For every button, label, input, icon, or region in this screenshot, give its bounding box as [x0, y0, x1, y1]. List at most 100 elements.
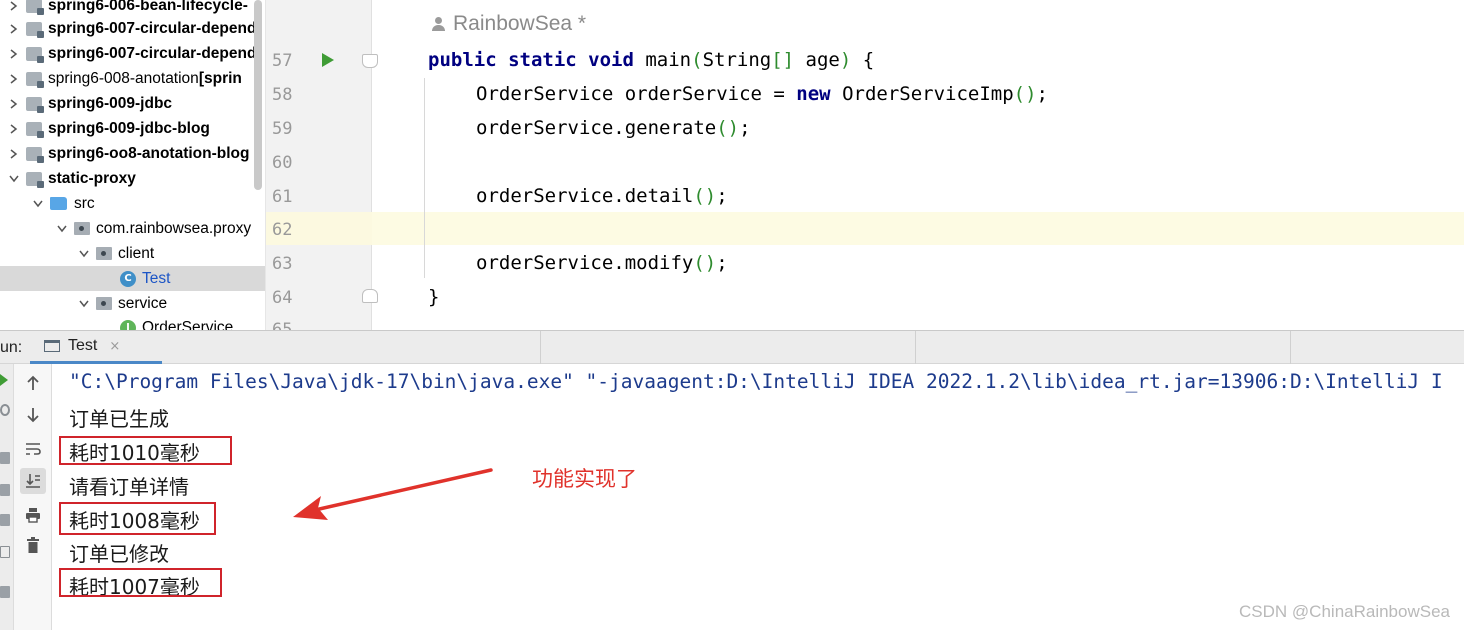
chevron-down-icon[interactable] [78, 300, 90, 308]
package-icon [96, 247, 112, 260]
module-icon [26, 171, 44, 188]
tree-item-folder[interactable]: src [0, 191, 265, 216]
chevron-right-icon[interactable] [8, 0, 20, 11]
console-line: 订单已修改 [69, 542, 169, 566]
code-token: () [716, 117, 740, 139]
class-icon: C [120, 270, 136, 287]
soft-wrap-icon[interactable] [20, 436, 46, 462]
layout-icon[interactable] [0, 546, 10, 558]
highlight-box [59, 568, 222, 597]
code-line-61[interactable]: orderService.detail(); [476, 185, 728, 207]
trash-icon[interactable] [20, 532, 46, 558]
project-tree: spring6-006-bean-lifecycle- spring6-007-… [0, 0, 266, 330]
pin-icon[interactable] [0, 586, 10, 598]
fold-end-icon[interactable] [362, 289, 378, 303]
tab-label: Test [68, 337, 98, 354]
tree-item-suffix: [sprin [198, 69, 242, 87]
print-icon[interactable] [20, 502, 46, 528]
stop-icon[interactable] [0, 452, 10, 464]
console-line-command: "C:\Program Files\Java\jdk-17\bin\java.e… [69, 370, 1443, 393]
console-output[interactable]: "C:\Program Files\Java\jdk-17\bin\java.e… [52, 364, 1464, 630]
line-number: 61 [272, 187, 293, 207]
tree-item-label: Test [142, 269, 171, 287]
scroll-to-end-icon[interactable] [20, 468, 46, 494]
console-tab-icon [44, 340, 60, 352]
code-token: [] [771, 49, 795, 71]
header-divider [915, 331, 916, 365]
line-number: 64 [272, 288, 293, 308]
code-token: ( [691, 49, 703, 71]
module-icon [26, 46, 44, 63]
close-icon[interactable]: × [109, 339, 120, 354]
tree-item-module[interactable]: spring6-007-circular-depend [0, 16, 265, 41]
code-line-58[interactable]: OrderService orderService = new OrderSer… [476, 83, 1048, 105]
rerun-icon[interactable] [0, 374, 8, 386]
tree-item-module[interactable]: spring6-007-circular-depend [0, 41, 265, 66]
settings-icon[interactable] [0, 404, 10, 416]
interface-icon: I [120, 319, 136, 330]
chevron-right-icon[interactable] [8, 73, 20, 84]
code-line-63[interactable]: orderService.modify(); [476, 252, 728, 274]
restore-layout-icon[interactable] [0, 484, 10, 496]
tree-item-class-selected[interactable]: C Test [0, 266, 265, 291]
tree-item-module[interactable]: spring6-oo8-anotation-blog [0, 141, 265, 166]
code-token: ; [716, 185, 728, 207]
tree-item-module[interactable]: spring6-009-jdbc [0, 91, 265, 116]
chevron-right-icon[interactable] [8, 23, 20, 34]
chevron-down-icon[interactable] [32, 200, 44, 208]
chevron-right-icon[interactable] [8, 148, 20, 159]
chevron-right-icon[interactable] [8, 98, 20, 109]
run-label: un: [0, 339, 23, 356]
code-line-57[interactable]: public static void main(String[] age) { [428, 49, 874, 71]
tree-item-interface[interactable]: I OrderService [0, 315, 265, 330]
code-token: () [693, 185, 717, 207]
tab-test[interactable]: Test × [30, 331, 162, 364]
annotation-text: 功能实现了 [532, 467, 637, 491]
line-number: 58 [272, 85, 293, 105]
chevron-right-icon[interactable] [8, 123, 20, 134]
tree-item-module[interactable]: spring6-008-anotation [sprin [0, 66, 265, 91]
code-token: () [1013, 83, 1037, 105]
code-token: orderService.detail [476, 185, 694, 207]
tree-item-package[interactable]: client [0, 241, 265, 266]
code-line-59[interactable]: orderService.generate(); [476, 117, 751, 139]
author-name: RainbowSea * [453, 12, 587, 35]
console-line: 请看订单详情 [69, 475, 189, 499]
annotation-arrow-icon [293, 468, 493, 520]
chevron-down-icon[interactable] [78, 250, 90, 258]
watermark: CSDN @ChinaRainbowSea [1239, 602, 1450, 621]
tree-item-label: service [118, 294, 168, 312]
code-token: String [702, 49, 772, 71]
tree-item-module[interactable]: spring6-009-jdbc-blog [0, 116, 265, 141]
tree-item-label: spring6-009-jdbc [48, 94, 173, 112]
code-token: OrderService orderService = [476, 83, 797, 105]
highlight-box [59, 436, 232, 465]
module-icon [26, 21, 44, 38]
tree-item-label: static-proxy [48, 169, 136, 187]
tree-item-label: client [118, 244, 155, 262]
code-token: } [428, 286, 440, 308]
line-number: 60 [272, 153, 293, 173]
line-number: 63 [272, 254, 293, 274]
line-number: 57 [272, 51, 293, 71]
chevron-right-icon[interactable] [8, 48, 20, 59]
source-folder-icon [50, 197, 67, 210]
run-side-toolbar [14, 364, 52, 630]
tree-scrollbar[interactable] [254, 0, 262, 190]
code-token: orderService.modify [476, 252, 694, 274]
run-gutter-icon[interactable] [320, 52, 336, 68]
code-line-64[interactable]: } [428, 286, 439, 308]
fold-start-icon[interactable] [362, 54, 378, 68]
tree-item-package[interactable]: com.rainbowsea.proxy [0, 216, 265, 241]
arrow-down-icon[interactable] [20, 402, 46, 428]
tree-item-package[interactable]: service [0, 291, 265, 316]
code-token: orderService.generate [476, 117, 717, 139]
code-token: ) [839, 49, 852, 71]
chevron-down-icon[interactable] [56, 225, 68, 233]
tree-item-module[interactable]: static-proxy [0, 166, 265, 191]
export-icon[interactable] [0, 514, 10, 526]
arrow-up-icon[interactable] [20, 370, 46, 396]
code-author-hint: RainbowSea * [432, 12, 586, 36]
module-icon [26, 121, 44, 138]
chevron-down-icon[interactable] [8, 175, 20, 183]
